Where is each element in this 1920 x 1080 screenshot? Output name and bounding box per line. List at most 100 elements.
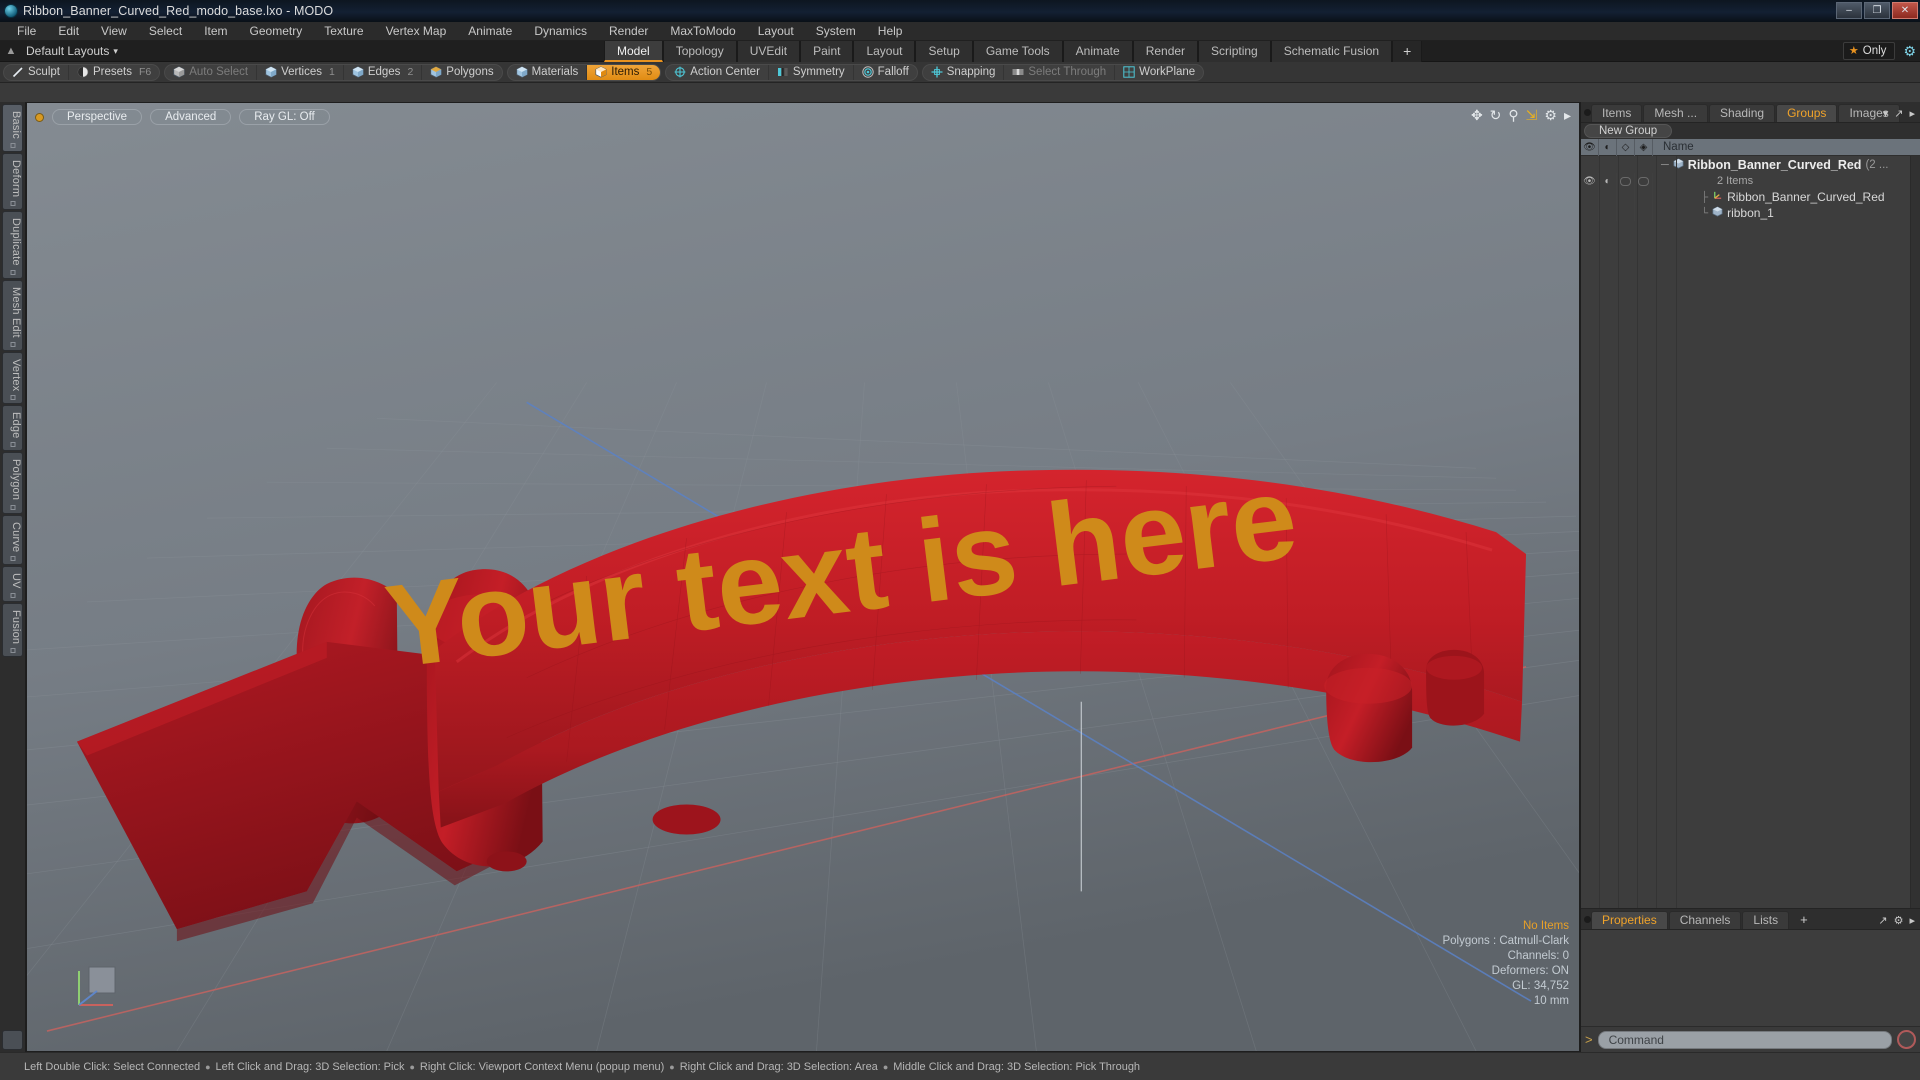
gear-icon[interactable]: ⚙ bbox=[1544, 108, 1557, 122]
menu-item-select[interactable]: Select bbox=[138, 22, 193, 41]
gear-icon[interactable]: ⚙ bbox=[1894, 914, 1904, 927]
layout-tab-uvedit[interactable]: UVEdit bbox=[736, 41, 801, 62]
chevron-right-icon[interactable]: ▸ bbox=[1909, 107, 1915, 120]
menu-item-layout[interactable]: Layout bbox=[747, 22, 805, 41]
wireframe-toggle[interactable] bbox=[1617, 173, 1635, 189]
menu-item-item[interactable]: Item bbox=[193, 22, 238, 41]
tab-channels[interactable]: Channels bbox=[1668, 911, 1742, 929]
menu-item-file[interactable]: File bbox=[6, 22, 47, 41]
tab-lists[interactable]: Lists bbox=[1742, 911, 1790, 929]
viewport-shading-button[interactable]: Advanced bbox=[150, 109, 232, 125]
mode-button-symmetry[interactable]: Symmetry bbox=[769, 64, 854, 80]
menu-item-edit[interactable]: Edit bbox=[47, 22, 90, 41]
add-properties-tab-button[interactable]: + bbox=[1790, 911, 1818, 929]
mode-button-snapping[interactable]: Snapping bbox=[923, 64, 1005, 80]
left-tab-mesh-edit[interactable]: Mesh Edit bbox=[2, 279, 23, 351]
table-row[interactable]: └ ribbon_1 bbox=[1581, 205, 1920, 221]
tab-properties[interactable]: Properties bbox=[1591, 911, 1668, 929]
mode-button-presets[interactable]: Presets F6 bbox=[69, 65, 159, 80]
left-tab-polygon[interactable]: Polygon bbox=[2, 452, 23, 514]
left-tab-basic[interactable]: Basic bbox=[2, 104, 23, 152]
panel-menu-dot-icon[interactable] bbox=[1584, 109, 1591, 116]
layout-tab-setup[interactable]: Setup bbox=[915, 41, 973, 62]
layout-tab-topology[interactable]: Topology bbox=[662, 41, 737, 62]
table-row[interactable]: 👁 ◐ 2 Items bbox=[1581, 173, 1920, 189]
viewport-raygl-button[interactable]: Ray GL: Off bbox=[239, 109, 330, 125]
left-tab-deform[interactable]: Deform bbox=[2, 152, 23, 211]
mode-button-polygons[interactable]: Polygons bbox=[422, 65, 501, 80]
menu-item-view[interactable]: View bbox=[90, 22, 138, 41]
wireframe-icon[interactable]: ◇ bbox=[1617, 138, 1635, 156]
add-layout-tab-button[interactable]: + bbox=[1392, 41, 1423, 62]
render-icon[interactable]: ◐ bbox=[1599, 173, 1617, 189]
mode-button-falloff[interactable]: Falloff bbox=[854, 65, 917, 80]
chevron-right-icon[interactable]: ▸ bbox=[1909, 914, 1915, 927]
tab-shading[interactable]: Shading bbox=[1709, 104, 1776, 122]
shaded-icon[interactable]: ◈ bbox=[1635, 138, 1653, 156]
menu-item-texture[interactable]: Texture bbox=[313, 22, 374, 41]
viewport-projection-button[interactable]: Perspective bbox=[52, 109, 143, 125]
left-tab-curve[interactable]: Curve bbox=[2, 514, 23, 565]
menu-item-render[interactable]: Render bbox=[598, 22, 659, 41]
layout-tab-game-tools[interactable]: Game Tools bbox=[972, 41, 1063, 62]
viewport-3d[interactable]: Your text is here Perspective Advanced R… bbox=[27, 103, 1579, 1051]
menu-item-animate[interactable]: Animate bbox=[457, 22, 523, 41]
eye-icon[interactable]: 👁 bbox=[1581, 138, 1599, 156]
mode-button-vertices[interactable]: Vertices 1 bbox=[257, 64, 344, 80]
layout-tab-layout[interactable]: Layout bbox=[853, 41, 916, 62]
menu-item-dynamics[interactable]: Dynamics bbox=[523, 22, 598, 41]
layout-tab-scripting[interactable]: Scripting bbox=[1198, 41, 1271, 62]
minimize-button[interactable]: – bbox=[1836, 2, 1862, 19]
record-circle-icon[interactable] bbox=[1897, 1030, 1916, 1049]
tab-items[interactable]: Items bbox=[1591, 104, 1643, 122]
layout-tab-animate[interactable]: Animate bbox=[1062, 41, 1133, 62]
move-icon[interactable]: ✥ bbox=[1471, 108, 1483, 122]
viewport-menu-dot-icon[interactable] bbox=[35, 112, 44, 122]
expand-icon[interactable]: ↗ bbox=[1878, 914, 1887, 927]
chevron-right-icon[interactable]: ▸ bbox=[1564, 108, 1571, 122]
rotate-icon[interactable]: ↻ bbox=[1490, 108, 1502, 122]
menu-item-geometry[interactable]: Geometry bbox=[239, 22, 314, 41]
fit-icon[interactable]: ⇲ bbox=[1526, 108, 1538, 122]
viewport-container[interactable]: Your text is here Perspective Advanced R… bbox=[26, 102, 1580, 1052]
mode-button-sculpt[interactable]: Sculpt bbox=[4, 64, 69, 80]
left-tab-edge[interactable]: Edge bbox=[2, 404, 23, 452]
close-button[interactable]: ✕ bbox=[1892, 2, 1918, 19]
layout-tab-paint[interactable]: Paint bbox=[800, 41, 854, 62]
new-group-button[interactable]: New Group bbox=[1584, 124, 1673, 138]
menu-item-vertex-map[interactable]: Vertex Map bbox=[375, 22, 458, 41]
mode-button-auto-select[interactable]: Auto Select bbox=[165, 64, 258, 80]
layout-tab-model[interactable]: Model bbox=[604, 41, 663, 62]
menu-item-system[interactable]: System bbox=[805, 22, 867, 41]
mode-button-items[interactable]: Items 5 bbox=[587, 64, 661, 80]
mode-button-action-center[interactable]: Action Center bbox=[666, 64, 769, 80]
group-tree[interactable]: ─ Ribbon_Banner_Curved_Red (2 ... 👁 ◐ 2 … bbox=[1581, 156, 1920, 908]
tab-groups[interactable]: Groups bbox=[1776, 104, 1838, 122]
tab-mesh[interactable]: Mesh ... bbox=[1643, 104, 1709, 122]
panel-menu-dot-icon[interactable] bbox=[1584, 916, 1591, 923]
only-button[interactable]: ★ Only bbox=[1842, 42, 1896, 60]
home-icon[interactable]: ▲ bbox=[0, 45, 22, 57]
tree-scrollbar[interactable] bbox=[1910, 156, 1920, 908]
command-input[interactable]: Command bbox=[1597, 1030, 1892, 1049]
eye-icon[interactable]: 👁 bbox=[1581, 173, 1599, 189]
render-icon[interactable]: ◐ bbox=[1599, 138, 1617, 156]
left-tab-uv[interactable]: UV bbox=[2, 565, 23, 602]
chevron-down-icon[interactable]: ▾ bbox=[113, 46, 118, 57]
gear-icon[interactable]: ⚙ bbox=[1903, 43, 1916, 60]
table-row[interactable]: ─ Ribbon_Banner_Curved_Red (2 ... bbox=[1581, 156, 1920, 173]
mode-button-edges[interactable]: Edges 2 bbox=[344, 64, 423, 80]
expand-icon[interactable]: ↗ bbox=[1894, 107, 1903, 120]
layout-tab-render[interactable]: Render bbox=[1132, 41, 1199, 62]
left-tabs-extra-button[interactable] bbox=[2, 1030, 23, 1050]
mode-button-select-through[interactable]: Select Through bbox=[1004, 64, 1116, 80]
table-row[interactable]: ├ Ribbon_Banner_Curved_Red bbox=[1581, 189, 1920, 205]
left-tab-vertex[interactable]: Vertex bbox=[2, 351, 23, 404]
mode-button-workplane[interactable]: WorkPlane bbox=[1115, 65, 1203, 80]
default-layouts-label[interactable]: Default Layouts bbox=[26, 44, 109, 58]
zoom-icon[interactable]: ⚲ bbox=[1508, 108, 1518, 122]
mode-button-materials[interactable]: Materials bbox=[508, 64, 588, 80]
menu-item-maxtomodo[interactable]: MaxToModo bbox=[659, 22, 746, 41]
left-tab-duplicate[interactable]: Duplicate bbox=[2, 211, 23, 279]
maximize-button[interactable]: ❐ bbox=[1864, 2, 1890, 19]
